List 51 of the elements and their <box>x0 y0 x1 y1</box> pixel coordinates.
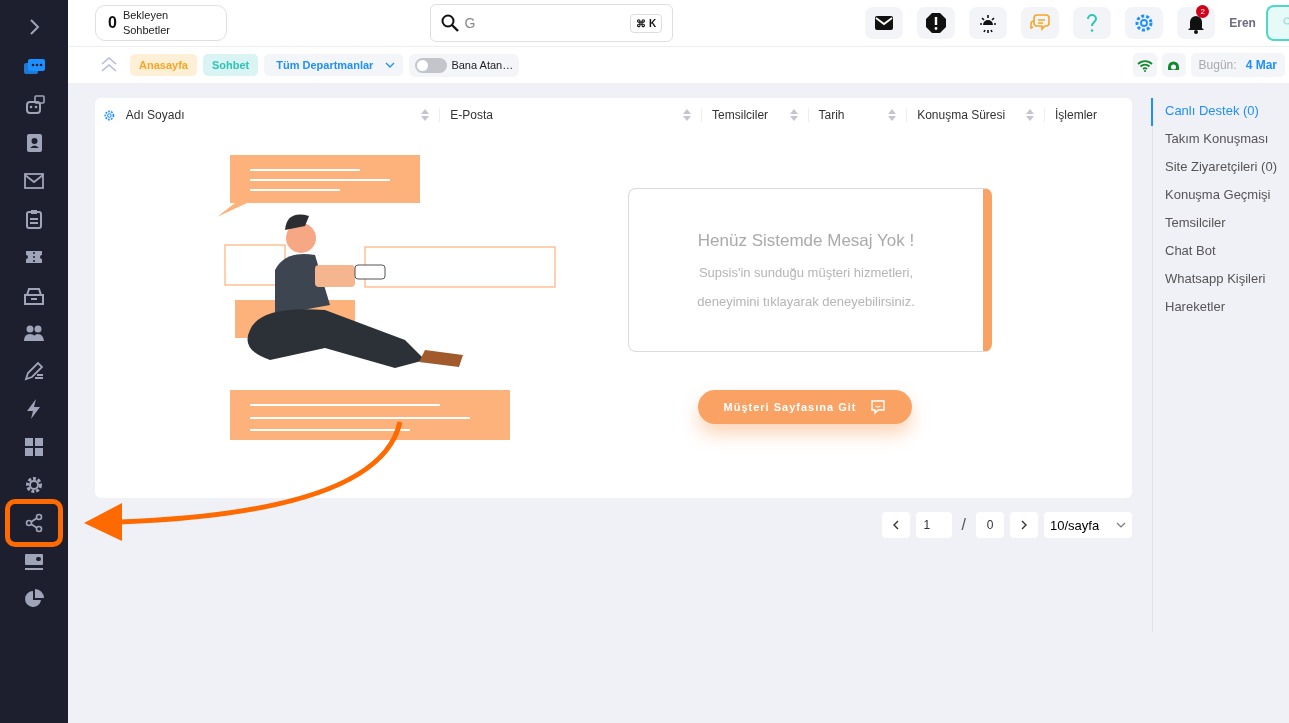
previous-page-button[interactable] <box>881 512 910 538</box>
wifi-icon <box>1136 58 1153 72</box>
shortcut-key: ⌘ K <box>630 13 663 33</box>
nav-link[interactable]: Whatsapp Kişileri <box>1151 266 1277 294</box>
status-button[interactable] <box>1161 53 1186 77</box>
search-icon <box>440 14 459 32</box>
empty-title: Henüz Sistemde Mesaj Yok ! <box>697 231 915 251</box>
bell-button[interactable]: 2 <box>1177 7 1216 39</box>
settings-icon[interactable] <box>103 108 116 122</box>
search-field[interactable]: G ⌘ K <box>429 4 674 42</box>
assigned-label: Bana Atan… <box>451 59 514 71</box>
mail-button[interactable] <box>865 7 904 39</box>
notification-badge: 2 <box>1196 5 1210 18</box>
alert-button[interactable] <box>917 7 956 39</box>
nav-link[interactable]: Takım Konuşması <box>1151 126 1277 154</box>
page-separator: / <box>960 516 967 534</box>
settings-button[interactable] <box>1125 7 1164 39</box>
date-value: 4 Mar <box>1245 58 1277 72</box>
search-value: G <box>464 15 477 31</box>
page-size-dropdown[interactable]: 10/sayfa <box>1044 512 1132 538</box>
user-name: Eren <box>1229 16 1256 30</box>
column-header[interactable]: Konuşma Süresi <box>917 108 1006 122</box>
smiley-chat-icon <box>870 399 887 415</box>
chevron-right-icon <box>1020 520 1028 530</box>
column-header[interactable]: E-Posta <box>450 108 494 122</box>
chevron-down-icon <box>385 62 396 68</box>
alert-icon <box>925 12 948 34</box>
chevron-down-icon <box>1116 522 1126 528</box>
column-header[interactable]: Temsilciler <box>712 108 769 122</box>
connection-button[interactable] <box>1132 53 1157 77</box>
chat-bubbles-icon <box>1029 12 1052 34</box>
empty-description: deneyimini tıklayarak deneyebilirsiniz. <box>697 294 915 309</box>
waiting-label: Bekleyen Sohbetler <box>122 8 171 38</box>
bulb-button[interactable] <box>969 7 1008 39</box>
nav-link[interactable]: Site Ziyaretçileri (0) <box>1151 154 1277 182</box>
column-header[interactable]: Tarih <box>818 108 845 122</box>
sidebar-share-button[interactable] <box>5 499 63 547</box>
chevron-left-icon <box>891 520 900 530</box>
nav-link[interactable]: Temsilciler <box>1151 210 1277 238</box>
page-total: 0 <box>976 512 1004 538</box>
empty-description: Supsis'in sunduğu müşteri hizmetleri, <box>698 265 914 280</box>
page-input[interactable]: 1 <box>915 512 952 538</box>
nav-link[interactable]: Hareketler <box>1151 294 1277 322</box>
assigned-toggle[interactable] <box>415 57 448 73</box>
column-header[interactable]: Adı Soyadı <box>125 108 185 122</box>
column-header[interactable]: İşlemler <box>1055 108 1098 122</box>
waiting-count: 0 <box>108 14 117 32</box>
nav-link[interactable]: Chat Bot <box>1151 238 1277 266</box>
nav-link[interactable]: Konuşma Geçmişi <box>1151 182 1277 210</box>
next-page-button[interactable] <box>1010 512 1038 538</box>
date-label: Bugün: <box>1198 58 1237 72</box>
